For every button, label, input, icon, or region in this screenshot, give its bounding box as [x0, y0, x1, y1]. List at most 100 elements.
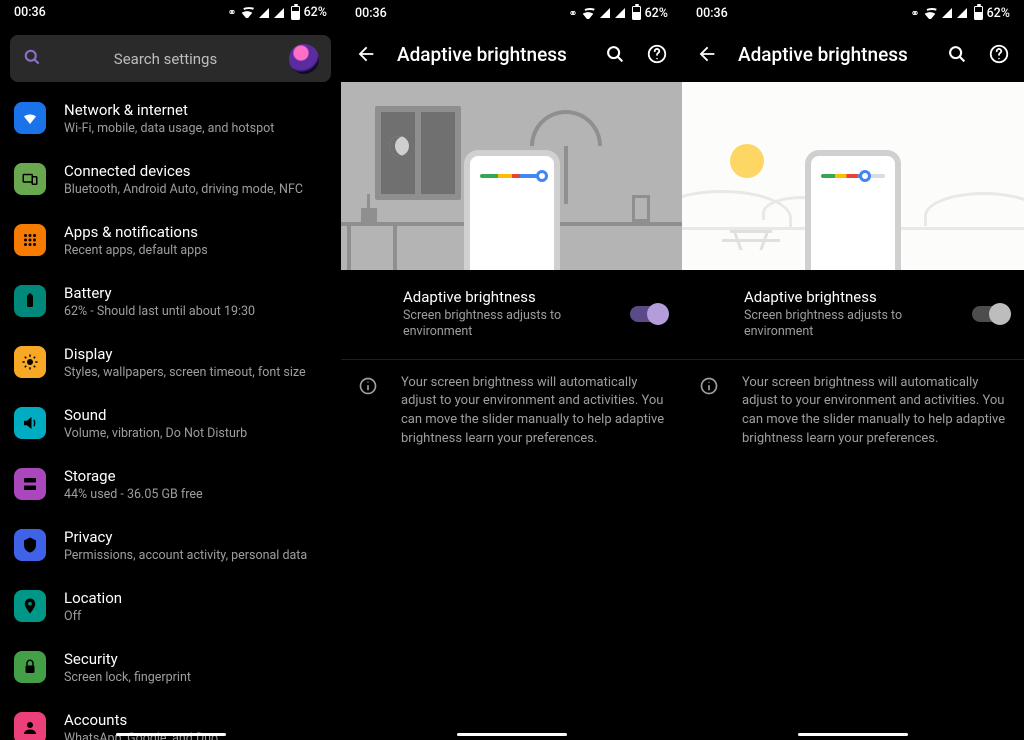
wifi-icon: [240, 7, 254, 18]
battery-icon: [291, 6, 300, 20]
battery-icon: [974, 6, 983, 20]
info-icon: [357, 374, 379, 449]
row-title: Network & internet: [64, 101, 274, 119]
row-title: Accounts: [64, 711, 218, 729]
row-title: Location: [64, 589, 122, 607]
info-row: Your screen brightness will automaticall…: [682, 360, 1024, 463]
help-button[interactable]: [988, 43, 1010, 65]
signal-icon-2: [615, 8, 625, 18]
info-text: Your screen brightness will automaticall…: [742, 374, 1008, 449]
app-bar: Adaptive brightness: [682, 26, 1024, 82]
search-button[interactable]: [604, 43, 626, 65]
row-title: Storage: [64, 467, 203, 485]
status-time: 00:36: [14, 5, 46, 20]
help-button[interactable]: [646, 43, 668, 65]
settings-row-location[interactable]: Location Off: [0, 576, 341, 637]
sound-icon: [14, 407, 46, 439]
search-placeholder: Search settings: [56, 50, 275, 68]
vpn-icon: ⚭: [910, 7, 918, 20]
row-title: Privacy: [64, 528, 307, 546]
settings-row-security[interactable]: Security Screen lock, fingerprint: [0, 637, 341, 698]
row-subtitle: 44% used - 36.05 GB free: [64, 487, 203, 502]
illustration-day: [682, 82, 1024, 270]
status-time: 00:36: [696, 6, 728, 21]
illustration-night: [341, 82, 682, 270]
settings-list: Network & internet Wi-Fi, mobile, data us…: [0, 88, 341, 740]
back-button[interactable]: [696, 43, 718, 65]
battery-icon: [632, 6, 641, 20]
status-bar: 00:36 ⚭ 62%: [341, 0, 682, 26]
row-subtitle: Styles, wallpapers, screen timeout, font…: [64, 365, 306, 380]
status-bar: 00:36 ⚭ 62%: [682, 0, 1024, 26]
page-title: Adaptive brightness: [738, 43, 926, 66]
profile-avatar[interactable]: [289, 44, 319, 74]
row-subtitle: Recent apps, default apps: [64, 243, 208, 258]
row-title: Security: [64, 650, 191, 668]
status-bar: 00:36 ⚭ 62%: [0, 0, 341, 25]
location-icon: [14, 590, 46, 622]
signal-icon: [942, 8, 952, 18]
row-title: Apps & notifications: [64, 223, 208, 241]
battery-percent: 62%: [987, 6, 1010, 21]
row-title: Display: [64, 345, 306, 363]
accounts-icon: [14, 712, 46, 740]
signal-icon: [600, 8, 610, 18]
toggle-switch-on[interactable]: [630, 306, 666, 322]
setting-title: Adaptive brightness: [403, 288, 618, 306]
row-subtitle: Screen lock, fingerprint: [64, 670, 191, 685]
battery-percent: 62%: [645, 6, 668, 21]
row-title: Sound: [64, 406, 247, 424]
signal-icon: [259, 8, 269, 18]
info-text: Your screen brightness will automaticall…: [401, 374, 666, 449]
signal-icon-2: [274, 8, 284, 18]
page-title: Adaptive brightness: [397, 43, 584, 66]
gesture-nav-bar[interactable]: [116, 733, 226, 736]
settings-row-storage[interactable]: Storage 44% used - 36.05 GB free: [0, 454, 341, 515]
row-subtitle: Off: [64, 609, 122, 624]
row-title: Battery: [64, 284, 255, 302]
adaptive-brightness-toggle-row[interactable]: Adaptive brightness Screen brightness ad…: [341, 270, 682, 360]
search-button[interactable]: [946, 43, 968, 65]
row-subtitle: 62% - Should last until about 19:30: [64, 304, 255, 319]
search-bar[interactable]: Search settings: [10, 35, 331, 82]
gesture-nav-bar[interactable]: [798, 733, 908, 736]
battery-percent: 62%: [304, 5, 327, 20]
display-icon: [14, 346, 46, 378]
app-bar: Adaptive brightness: [341, 26, 682, 82]
search-icon: [22, 47, 42, 71]
info-icon: [698, 374, 720, 449]
settings-row-battery[interactable]: Battery 62% - Should last until about 19:…: [0, 271, 341, 332]
toggle-switch-off[interactable]: [972, 306, 1008, 322]
info-row: Your screen brightness will automaticall…: [341, 360, 682, 463]
setting-subtitle: Screen brightness adjusts to environment: [744, 308, 960, 341]
wifi-icon: [581, 8, 595, 19]
row-title: Connected devices: [64, 162, 303, 180]
battery-icon: [14, 285, 46, 317]
wifi-icon: [923, 8, 937, 19]
setting-title: Adaptive brightness: [744, 288, 960, 306]
security-icon: [14, 651, 46, 683]
row-subtitle: Permissions, account activity, personal …: [64, 548, 307, 563]
row-subtitle: Wi-Fi, mobile, data usage, and hotspot: [64, 121, 274, 136]
setting-subtitle: Screen brightness adjusts to environment: [403, 308, 618, 341]
row-subtitle: Bluetooth, Android Auto, driving mode, N…: [64, 182, 303, 197]
status-time: 00:36: [355, 6, 387, 21]
storage-icon: [14, 468, 46, 500]
privacy-icon: [14, 529, 46, 561]
row-subtitle: Volume, vibration, Do Not Disturb: [64, 426, 247, 441]
vpn-icon: ⚭: [568, 7, 576, 20]
settings-row-apps[interactable]: Apps & notifications Recent apps, default…: [0, 210, 341, 271]
signal-icon-2: [957, 8, 967, 18]
devices-icon: [14, 163, 46, 195]
back-button[interactable]: [355, 43, 377, 65]
wifi-icon: [14, 102, 46, 134]
settings-row-devices[interactable]: Connected devices Bluetooth, Android Auto…: [0, 149, 341, 210]
settings-row-privacy[interactable]: Privacy Permissions, account activity, pe…: [0, 515, 341, 576]
settings-row-display[interactable]: Display Styles, wallpapers, screen timeou…: [0, 332, 341, 393]
adaptive-brightness-toggle-row[interactable]: Adaptive brightness Screen brightness ad…: [682, 270, 1024, 360]
vpn-icon: ⚭: [227, 6, 235, 19]
apps-icon: [14, 224, 46, 256]
gesture-nav-bar[interactable]: [457, 733, 567, 736]
settings-row-sound[interactable]: Sound Volume, vibration, Do Not Disturb: [0, 393, 341, 454]
settings-row-wifi[interactable]: Network & internet Wi-Fi, mobile, data us…: [0, 88, 341, 149]
